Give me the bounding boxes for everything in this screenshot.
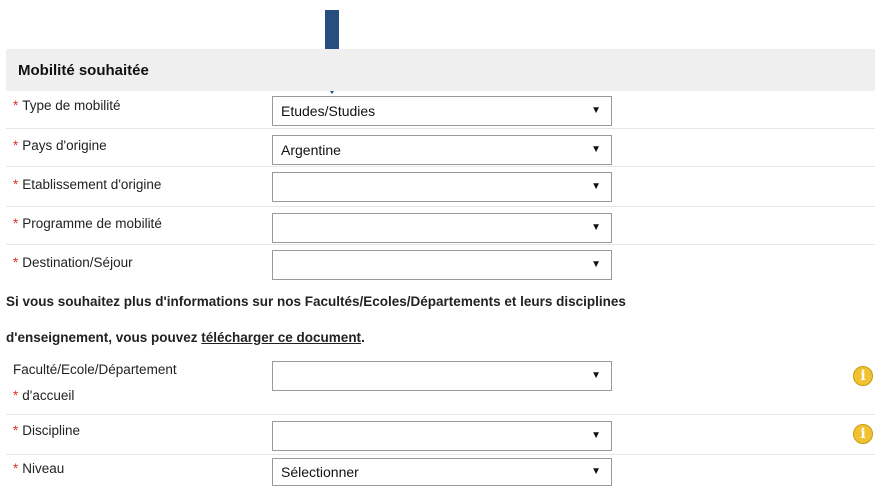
download-document-link[interactable]: télécharger ce document bbox=[201, 330, 361, 345]
field-label: * Niveau bbox=[13, 459, 64, 479]
form-row-discipline: * Discipline ▼ i bbox=[6, 415, 875, 455]
info-icon[interactable]: i bbox=[853, 366, 873, 386]
form-row-faculte-accueil: Faculté/Ecole/Département * d'accueil ▼ i bbox=[6, 352, 875, 415]
type-mobilite-label: Type de mobilité bbox=[22, 98, 121, 113]
info-text-prefix: d'enseignement, vous pouvez bbox=[6, 330, 202, 345]
required-marker: * bbox=[13, 177, 19, 192]
form-row-type-mobilite: * Type de mobilité Etudes/Studies ▼ bbox=[6, 91, 875, 129]
type-mobilite-select[interactable]: Etudes/Studies ▼ bbox=[272, 96, 612, 126]
etablissement-origine-select[interactable]: ▼ bbox=[272, 172, 612, 202]
niveau-select[interactable]: Sélectionner ▼ bbox=[272, 458, 612, 486]
pays-origine-value: Argentine bbox=[281, 142, 341, 158]
programme-mobilite-select[interactable]: ▼ bbox=[272, 213, 612, 243]
required-marker: * bbox=[13, 255, 19, 270]
field-label: * Etablissement d'origine bbox=[13, 175, 161, 195]
form-row-programme-mobilite: * Programme de mobilité ▼ bbox=[6, 207, 875, 245]
required-marker: * bbox=[13, 138, 19, 153]
chevron-down-icon: ▼ bbox=[591, 430, 601, 441]
discipline-label: Discipline bbox=[22, 423, 81, 438]
chevron-down-icon: ▼ bbox=[591, 466, 601, 477]
form-row-niveau: * Niveau Sélectionner ▼ bbox=[6, 455, 875, 486]
info-text-line1: Si vous souhaitez plus d'informations su… bbox=[6, 294, 626, 309]
niveau-value: Sélectionner bbox=[281, 464, 359, 480]
pays-origine-label: Pays d'origine bbox=[22, 138, 107, 153]
required-marker: * bbox=[13, 423, 19, 438]
field-label: * Type de mobilité bbox=[13, 96, 121, 116]
etablissement-origine-label: Etablissement d'origine bbox=[22, 177, 162, 192]
niveau-label: Niveau bbox=[22, 461, 65, 476]
form-row-etablissement-origine: * Etablissement d'origine ▼ bbox=[6, 167, 875, 207]
faculte-accueil-select[interactable]: ▼ bbox=[272, 361, 612, 391]
destination-sejour-label: Destination/Séjour bbox=[22, 255, 133, 270]
field-label: * Destination/Séjour bbox=[13, 253, 133, 273]
section-title: Mobilité souhaitée bbox=[6, 49, 875, 91]
chevron-down-icon: ▼ bbox=[591, 259, 601, 270]
info-text-line2: d'enseignement, vous pouvez télécharger … bbox=[6, 330, 365, 345]
field-label: * Discipline bbox=[13, 421, 80, 441]
pays-origine-select[interactable]: Argentine ▼ bbox=[272, 135, 612, 165]
faculte-accueil-label-line1: Faculté/Ecole/Département bbox=[13, 362, 177, 377]
field-label: * d'accueil bbox=[13, 386, 74, 406]
type-mobilite-value: Etudes/Studies bbox=[281, 103, 376, 119]
programme-mobilite-label: Programme de mobilité bbox=[22, 216, 162, 231]
chevron-down-icon: ▼ bbox=[591, 144, 601, 155]
chevron-down-icon: ▼ bbox=[591, 370, 601, 381]
field-label: * Programme de mobilité bbox=[13, 214, 162, 234]
info-icon[interactable]: i bbox=[853, 424, 873, 444]
required-marker: * bbox=[13, 98, 19, 113]
faculte-accueil-label-line2: d'accueil bbox=[22, 388, 75, 403]
form-row-pays-origine: * Pays d'origine Argentine ▼ bbox=[6, 129, 875, 167]
required-marker: * bbox=[13, 216, 19, 231]
required-marker: * bbox=[13, 388, 19, 403]
chevron-down-icon: ▼ bbox=[591, 105, 601, 116]
chevron-down-icon: ▼ bbox=[591, 181, 601, 192]
discipline-select[interactable]: ▼ bbox=[272, 421, 612, 451]
info-text-suffix: . bbox=[361, 330, 365, 345]
required-marker: * bbox=[13, 461, 19, 476]
field-label: * Pays d'origine bbox=[13, 136, 107, 156]
form-row-destination-sejour: * Destination/Séjour ▼ bbox=[6, 245, 875, 283]
chevron-down-icon: ▼ bbox=[591, 222, 601, 233]
destination-sejour-select[interactable]: ▼ bbox=[272, 250, 612, 280]
